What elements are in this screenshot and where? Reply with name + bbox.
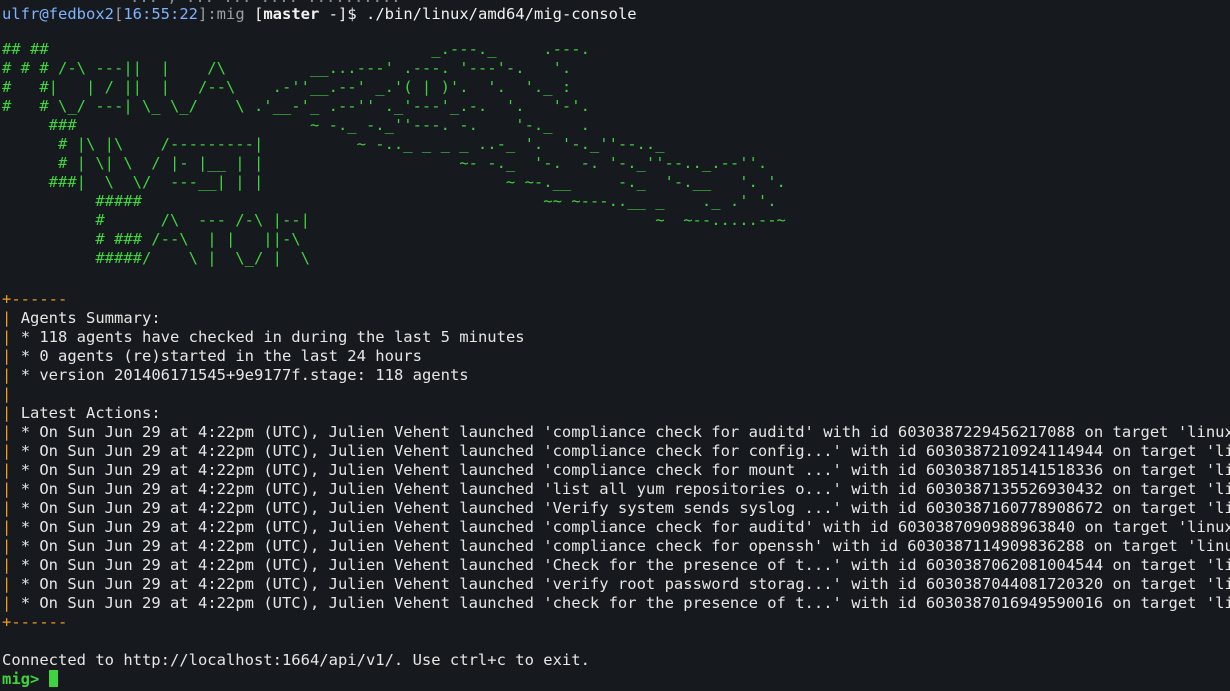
agents-summary-title: Agents Summary:: [20, 309, 161, 327]
prompt-branch-bracket: [: [244, 5, 264, 23]
box-bar: |: [2, 328, 12, 346]
action-line: | * On Sun Jun 29 at 4:22pm (UTC), Julie…: [2, 556, 1230, 575]
action-text: * On Sun Jun 29 at 4:22pm (UTC), Julien …: [20, 594, 1230, 612]
action-text: * On Sun Jun 29 at 4:22pm (UTC), Julien …: [20, 461, 1230, 479]
action-line: | * On Sun Jun 29 at 4:22pm (UTC), Julie…: [2, 423, 1230, 442]
prompt-time: 16:55:22: [123, 5, 198, 23]
agents-summary-line: | * 0 agents (re)started in the last 24 …: [2, 347, 422, 366]
action-line: | * On Sun Jun 29 at 4:22pm (UTC), Julie…: [2, 518, 1230, 537]
action-text: * On Sun Jun 29 at 4:22pm (UTC), Julien …: [20, 537, 1230, 555]
action-text: * On Sun Jun 29 at 4:22pm (UTC), Julien …: [20, 518, 1230, 536]
action-line: | * On Sun Jun 29 at 4:22pm (UTC), Julie…: [2, 575, 1230, 594]
mig-prompt-line[interactable]: mig>: [2, 670, 58, 689]
agents-summary-line: | * 118 agents have checked in during th…: [2, 328, 525, 347]
connection-status-message: Connected to http://localhost:1664/api/v…: [2, 651, 590, 669]
agents-summary-text: * version 201406171545+9e9177f.stage: 11…: [20, 366, 469, 384]
blank-box-line: |: [2, 385, 11, 404]
box-bar: |: [2, 423, 12, 441]
action-line: | * On Sun Jun 29 at 4:22pm (UTC), Julie…: [2, 442, 1230, 461]
box-bar: |: [2, 366, 12, 384]
action-line: | * On Sun Jun 29 at 4:22pm (UTC), Julie…: [2, 461, 1230, 480]
box-bar: |: [2, 518, 12, 536]
mig-ascii-banner: ## ## _.---._ .---. # # # /-\ ---|| | /\…: [2, 40, 786, 267]
prompt-git-branch: master: [263, 5, 320, 23]
box-bar: |: [2, 347, 12, 365]
box-bar: |: [2, 594, 12, 612]
agents-summary-text: * 0 agents (re)started in the last 24 ho…: [20, 347, 422, 365]
action-line: | * On Sun Jun 29 at 4:22pm (UTC), Julie…: [2, 537, 1230, 556]
action-text: * On Sun Jun 29 at 4:22pm (UTC), Julien …: [20, 423, 1230, 441]
action-line: | * On Sun Jun 29 at 4:22pm (UTC), Julie…: [2, 480, 1230, 499]
box-bar: |: [2, 461, 12, 479]
box-bar: |: [2, 537, 12, 555]
prompt-branch-suffix: -]$: [319, 5, 366, 23]
prompt-time-bracket-close: ]:: [197, 5, 217, 23]
action-line: | * On Sun Jun 29 at 4:22pm (UTC), Julie…: [2, 594, 1230, 613]
shell-prompt-line: ulfr@fedbox2[16:55:22]:mig [master -]$ .…: [2, 5, 637, 24]
action-text: * On Sun Jun 29 at 4:22pm (UTC), Julien …: [20, 499, 1230, 517]
box-bar: |: [2, 404, 12, 422]
box-bar: |: [2, 499, 12, 517]
terminal-window[interactable]: ... , ... ... .... .......... ulfr@fedbo…: [0, 0, 1230, 691]
action-text: * On Sun Jun 29 at 4:22pm (UTC), Julien …: [20, 442, 1230, 460]
box-bar: |: [2, 575, 12, 593]
agents-summary-line: | * version 201406171545+9e9177f.stage: …: [2, 366, 469, 385]
box-bar: |: [2, 480, 12, 498]
action-text: * On Sun Jun 29 at 4:22pm (UTC), Julien …: [20, 556, 1230, 574]
prompt-time-bracket-open: [: [113, 5, 124, 23]
box-bar: |: [2, 442, 12, 460]
separator-top: +------: [2, 290, 68, 308]
latest-actions-title: Latest Actions:: [20, 404, 161, 422]
prompt-user-host: ulfr@fedbox2: [2, 5, 114, 23]
agents-summary-title-line: | Agents Summary:: [2, 309, 161, 328]
prompt-directory: mig: [216, 5, 245, 23]
action-line: | * On Sun Jun 29 at 4:22pm (UTC), Julie…: [2, 499, 1230, 518]
agents-summary-text: * 118 agents have checked in during the …: [20, 328, 525, 346]
shell-command: ./bin/linux/amd64/mig-console: [366, 5, 637, 23]
box-bar: |: [2, 309, 12, 327]
box-bar: |: [2, 385, 12, 403]
latest-actions-title-line: | Latest Actions:: [2, 404, 161, 423]
box-bar: |: [2, 556, 12, 574]
action-text: * On Sun Jun 29 at 4:22pm (UTC), Julien …: [20, 480, 1230, 498]
mig-prompt: mig>: [2, 670, 40, 688]
separator-bottom: +------: [2, 613, 68, 631]
text-cursor[interactable]: [48, 670, 58, 687]
action-text: * On Sun Jun 29 at 4:22pm (UTC), Julien …: [20, 575, 1230, 593]
